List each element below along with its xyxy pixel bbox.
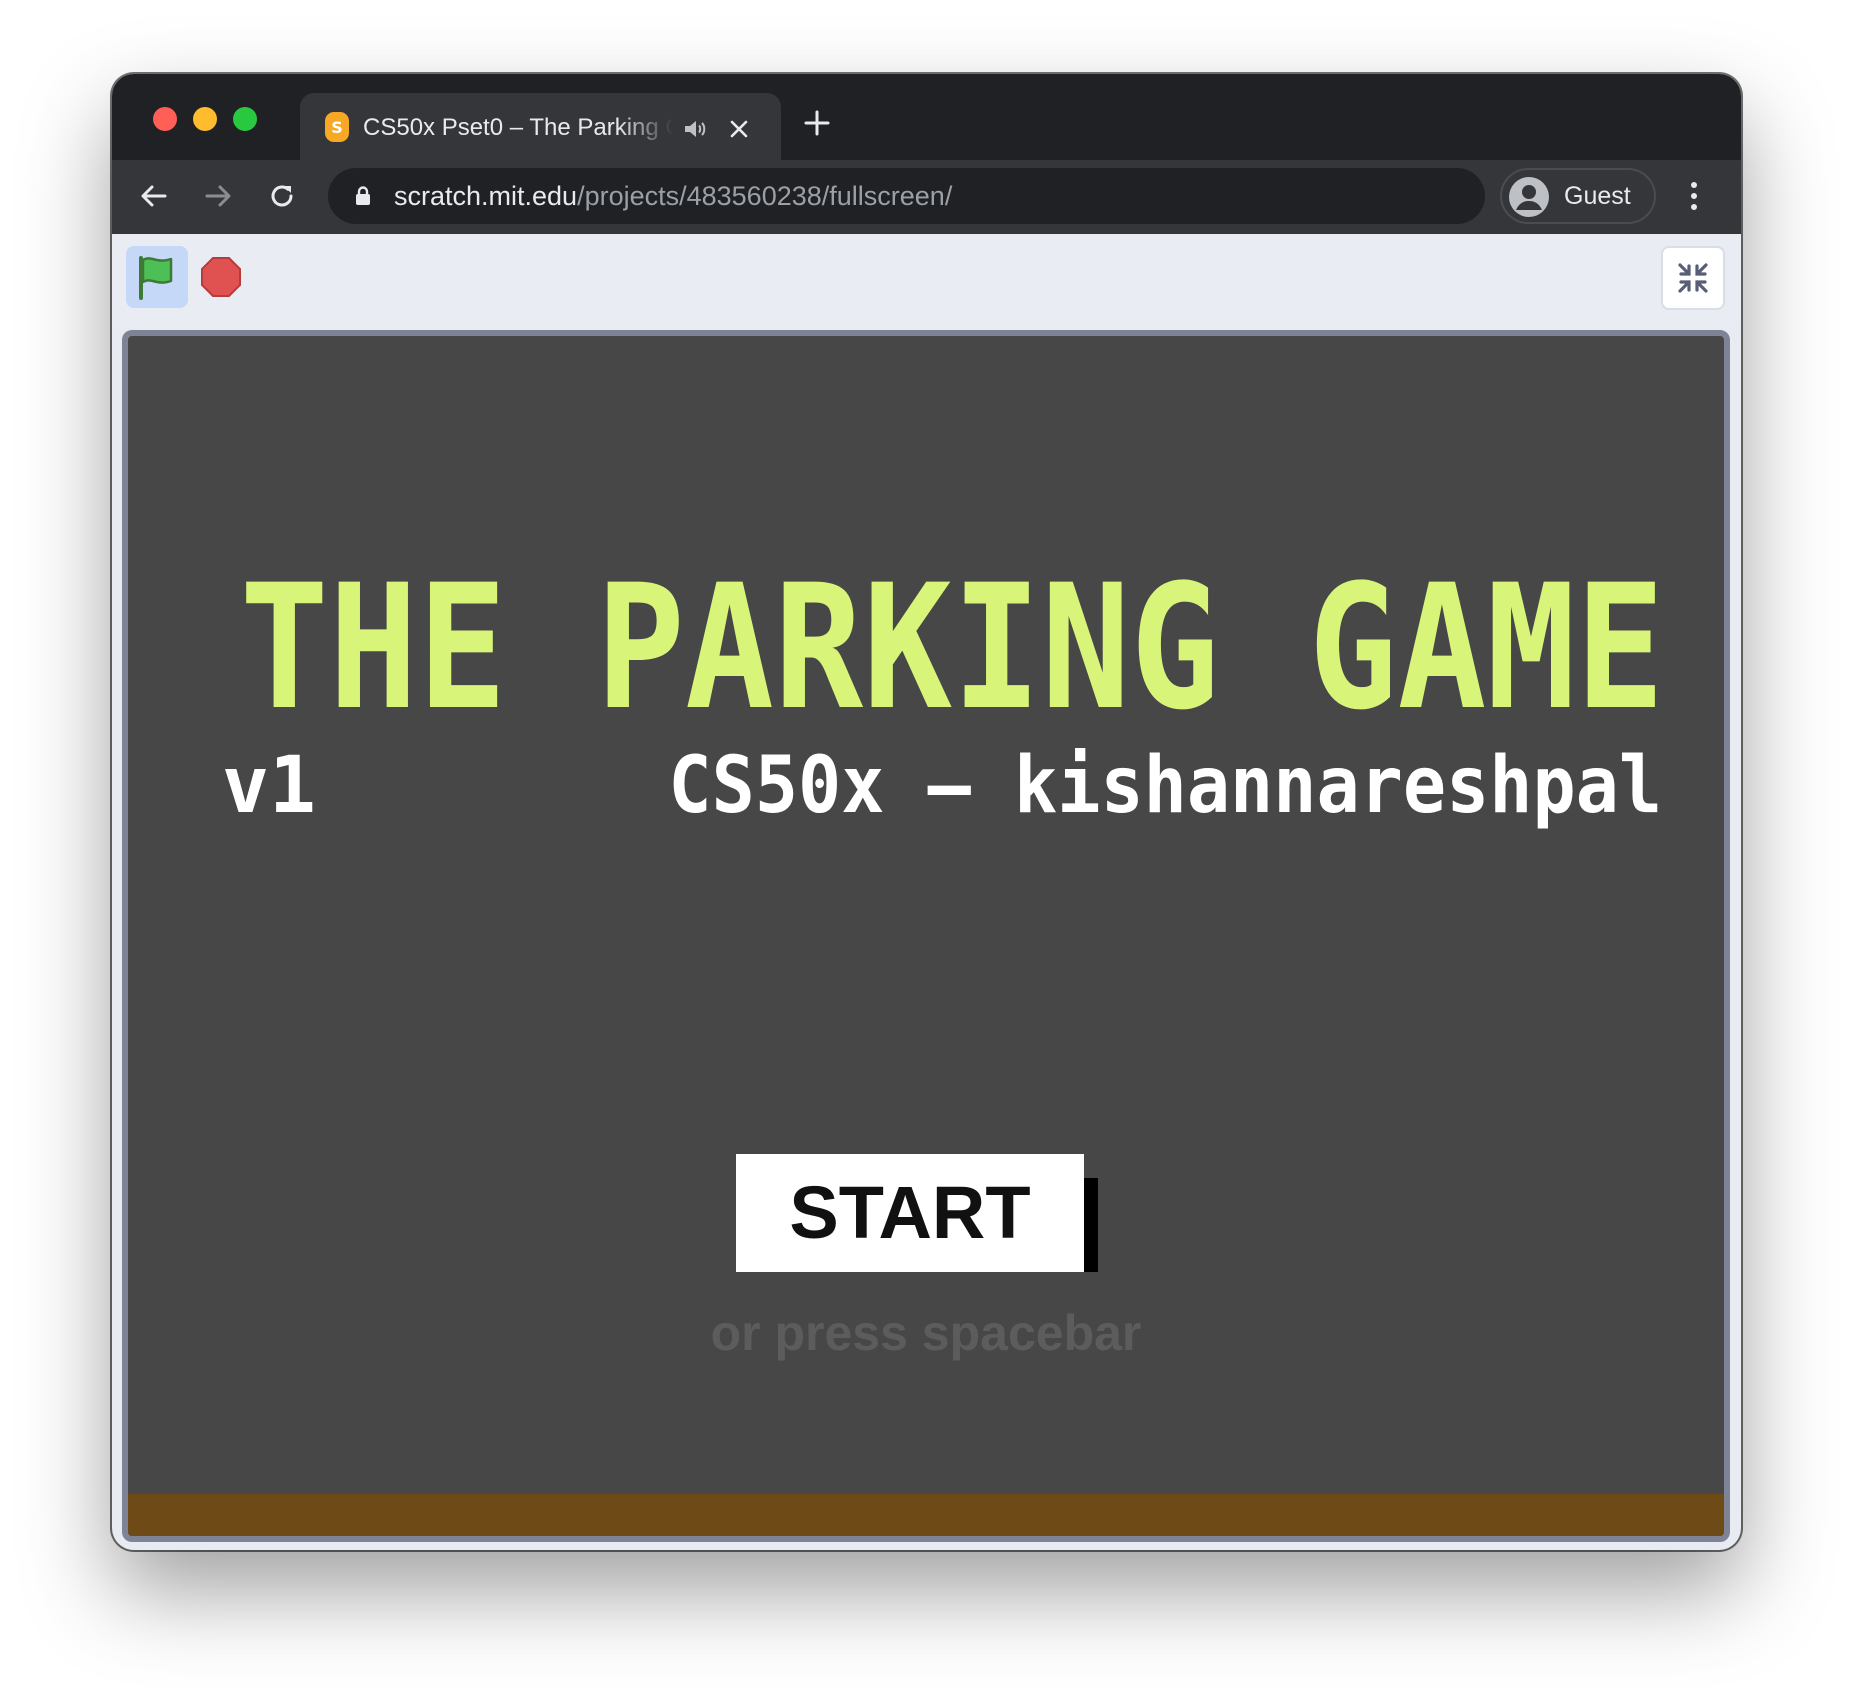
spacebar-hint: or press spacebar xyxy=(710,1305,1142,1361)
browser-window: S CS50x Pset0 – The Parking Game xyxy=(112,74,1741,1550)
url-path: /projects/483560238/fullscreen/ xyxy=(577,181,953,211)
speaker-icon[interactable] xyxy=(680,115,708,143)
tab-title: CS50x Pset0 – The Parking Game xyxy=(363,114,673,141)
browser-toolbar: scratch.mit.edu/projects/483560238/fulls… xyxy=(112,160,1741,234)
zoom-window-button[interactable] xyxy=(233,107,257,131)
exit-fullscreen-button[interactable] xyxy=(1661,246,1725,310)
green-flag-icon xyxy=(139,256,173,300)
profile-name: Guest xyxy=(1564,182,1631,210)
green-flag-button[interactable] xyxy=(126,246,188,308)
tab-strip: S CS50x Pset0 – The Parking Game xyxy=(112,74,1741,160)
version-label: v1 xyxy=(222,741,316,831)
person-icon xyxy=(1509,177,1549,217)
game-stage[interactable]: THE PARKING GAME v1 CS50x – kishannaresh… xyxy=(122,330,1730,1542)
credit-label: CS50x – kishannareshpal xyxy=(668,741,1662,831)
arrow-left-icon[interactable] xyxy=(136,178,172,214)
url-host: scratch.mit.edu xyxy=(394,181,578,211)
arrow-right-icon[interactable] xyxy=(200,178,236,214)
scratch-controls-bar xyxy=(112,234,1741,322)
address-bar[interactable]: scratch.mit.edu/projects/483560238/fulls… xyxy=(328,168,1485,224)
close-window-button[interactable] xyxy=(153,107,177,131)
close-icon[interactable] xyxy=(725,115,753,143)
stop-sign-icon[interactable] xyxy=(200,256,242,298)
browser-tab[interactable]: S CS50x Pset0 – The Parking Game xyxy=(300,93,781,160)
vertical-dots-icon[interactable] xyxy=(1684,178,1704,214)
url-text: scratch.mit.edu/projects/483560238/fulls… xyxy=(394,168,952,224)
lock-icon[interactable] xyxy=(352,185,374,207)
ground-strip xyxy=(128,1494,1724,1536)
profile-button[interactable]: Guest xyxy=(1500,168,1656,224)
reload-icon[interactable] xyxy=(264,178,300,214)
minimize-window-button[interactable] xyxy=(193,107,217,131)
scratch-favicon-icon: S xyxy=(325,112,349,142)
plus-icon[interactable] xyxy=(802,108,832,138)
shrink-arrows-icon xyxy=(1678,263,1708,293)
game-title: THE PARKING GAME xyxy=(239,547,1665,748)
start-button[interactable]: START xyxy=(736,1154,1084,1272)
